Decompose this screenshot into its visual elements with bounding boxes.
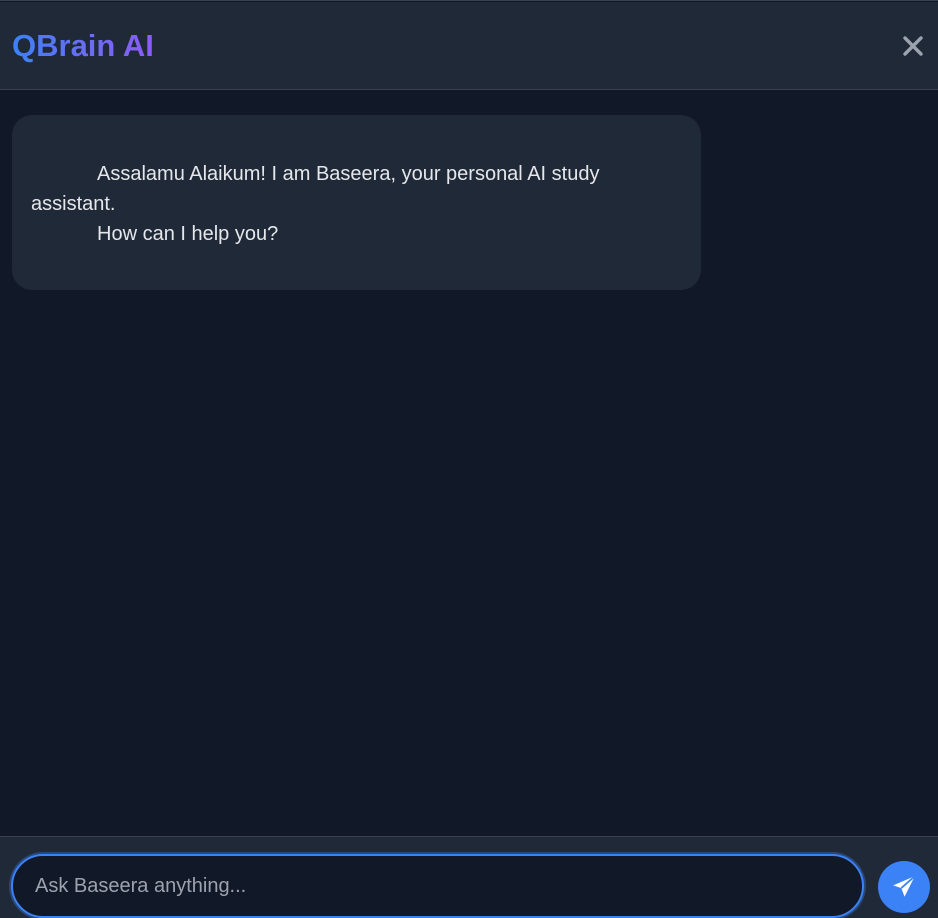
assistant-message: Assalamu Alaikum! I am Baseera, your per…: [12, 115, 701, 290]
message-line-2: How can I help you?: [97, 223, 279, 245]
close-icon: [903, 36, 923, 56]
chat-input[interactable]: [35, 856, 855, 916]
send-button[interactable]: [878, 861, 930, 913]
chat-input-wrapper: [11, 854, 864, 918]
composer-bar: [0, 836, 938, 918]
message-list: Assalamu Alaikum! I am Baseera, your per…: [0, 91, 938, 836]
close-button[interactable]: [896, 27, 930, 65]
message-line-1: Assalamu Alaikum! I am Baseera, your per…: [31, 163, 600, 215]
chat-window: QBrain AI Assalamu Alaikum! I am Baseera…: [0, 0, 938, 918]
chat-header: QBrain AI: [0, 2, 938, 90]
paper-plane-icon: [893, 875, 916, 897]
app-title: QBrain AI: [12, 28, 154, 63]
